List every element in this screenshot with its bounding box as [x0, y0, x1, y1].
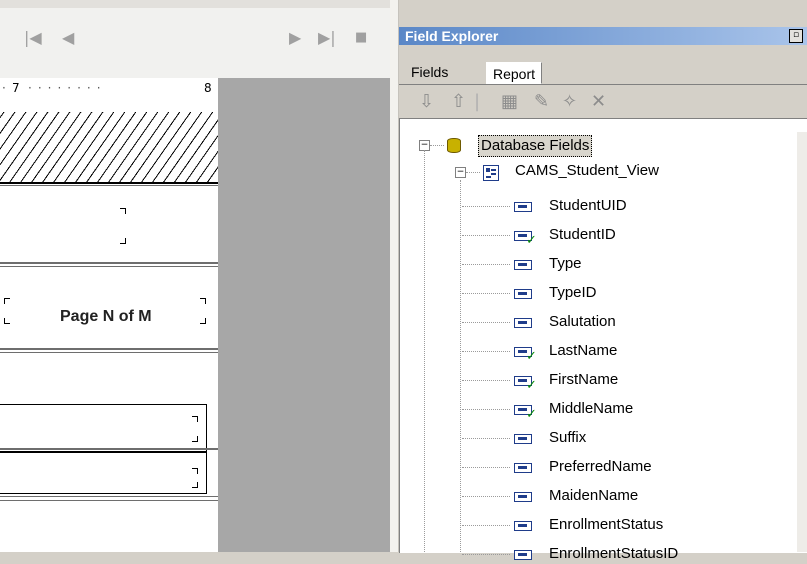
field-icon: [514, 289, 532, 299]
tree-node-field[interactable]: FirstName: [549, 370, 618, 390]
field-corner-marker: [192, 436, 198, 442]
detail-box[interactable]: [0, 404, 207, 452]
tree-node-field[interactable]: Type: [549, 254, 582, 274]
tree-node-field[interactable]: StudentID: [549, 225, 616, 245]
next-page-icon[interactable]: ▶: [289, 30, 301, 46]
tree-node-field[interactable]: Suffix: [549, 428, 586, 448]
tree-connector: [430, 145, 444, 146]
tree-connector: [462, 380, 510, 381]
detail-box[interactable]: [0, 452, 207, 494]
tab-divider: [399, 84, 807, 85]
field-icon: [514, 521, 532, 531]
checkmark-icon: ✓: [526, 378, 537, 393]
edit-icon[interactable]: ✎: [534, 92, 549, 112]
section-divider: [0, 448, 218, 450]
stop-icon[interactable]: ■: [355, 30, 367, 46]
tree-node-field[interactable]: EnrollmentStatusID: [549, 544, 678, 564]
database-icon: [447, 138, 461, 153]
tree-node-database-fields[interactable]: Database Fields: [478, 135, 593, 157]
splitter[interactable]: [390, 0, 399, 552]
first-page-icon[interactable]: |◀: [24, 30, 42, 46]
tree-node-field[interactable]: LastName: [549, 341, 617, 361]
section-divider: [0, 348, 218, 350]
field-corner-marker: [200, 298, 206, 304]
field-icon: [514, 463, 532, 473]
tree-node-field[interactable]: StudentUID: [549, 196, 627, 216]
section-divider: [0, 262, 218, 264]
field-icon: [514, 318, 532, 328]
field-corner-marker: [192, 416, 198, 422]
tree-connector: [462, 496, 510, 497]
ruler-number-7: 7: [12, 81, 20, 95]
checkmark-icon: ✓: [526, 407, 537, 422]
horizontal-ruler: · 7 ········ 8: [0, 78, 218, 98]
remove-field-icon[interactable]: ⇧: [451, 92, 466, 112]
tree-node-field[interactable]: PreferredName: [549, 457, 652, 477]
tree-connector: [460, 180, 461, 552]
tree-node-cams-student-view[interactable]: CAMS_Student_View: [515, 161, 659, 181]
tree-node-field[interactable]: MiddleName: [549, 399, 633, 419]
tree-node-field[interactable]: MaidenName: [549, 486, 638, 506]
tree-connector: [462, 206, 510, 207]
ruler-number-8: 8: [204, 81, 212, 95]
last-page-icon[interactable]: ▶|: [318, 30, 336, 46]
hatched-section: [0, 112, 218, 184]
page-n-of-m-field[interactable]: Page N of M: [60, 308, 152, 326]
tree-node-field[interactable]: Salutation: [549, 312, 616, 332]
new-table-icon[interactable]: ▦: [501, 92, 518, 112]
tree-connector: [462, 235, 510, 236]
section-divider: [0, 496, 218, 497]
top-strip: [0, 0, 390, 8]
wand-icon[interactable]: ✧: [562, 92, 577, 112]
section-divider: [0, 266, 218, 267]
delete-icon[interactable]: ✕: [591, 92, 606, 112]
prev-page-icon[interactable]: ◀: [62, 30, 74, 46]
tree-connector: [462, 467, 510, 468]
tree-node-field[interactable]: TypeID: [549, 283, 597, 303]
page-navigation-bar: |◀ ◀ ▶ ▶| ■: [0, 8, 390, 79]
field-corner-marker: [192, 482, 198, 488]
field-corner-marker: [192, 468, 198, 474]
tree-node-field[interactable]: EnrollmentStatus: [549, 515, 663, 535]
tree-connector: [462, 409, 510, 410]
tree-connector: [424, 150, 425, 552]
tree-connector: [466, 172, 480, 173]
checkmark-icon: ✓: [526, 349, 537, 364]
add-field-icon[interactable]: ⇩: [419, 92, 434, 112]
field-corner-marker: [120, 238, 126, 244]
tree-connector: [462, 293, 510, 294]
tree-connector: [462, 351, 510, 352]
tree-connector: [462, 438, 510, 439]
section-divider: [0, 185, 218, 186]
field-icon: [514, 202, 532, 212]
toolbar-separator: |: [474, 91, 481, 112]
section-divider: [0, 352, 218, 353]
field-corner-marker: [4, 298, 10, 304]
view-icon: [483, 165, 499, 181]
field-icon: [514, 492, 532, 502]
field-corner-marker: [200, 318, 206, 324]
tab-fields[interactable]: Fields: [405, 61, 455, 83]
field-icon: [514, 434, 532, 444]
field-icon: [514, 260, 532, 270]
field-explorer-title: Field Explorer: [405, 28, 499, 44]
tree-connector: [462, 264, 510, 265]
section-divider: [0, 500, 218, 501]
tree-connector: [462, 525, 510, 526]
window-restore-icon[interactable]: ▫: [789, 29, 803, 43]
vertical-scrollbar[interactable]: [797, 132, 807, 552]
tree-connector: [462, 554, 510, 555]
ruler-extension: [218, 78, 390, 98]
field-corner-marker: [120, 208, 126, 214]
tab-report[interactable]: Report: [486, 62, 543, 84]
collapse-toggle[interactable]: −: [455, 167, 466, 178]
field-corner-marker: [4, 318, 10, 324]
checkmark-icon: ✓: [526, 233, 537, 248]
tree-connector: [462, 322, 510, 323]
